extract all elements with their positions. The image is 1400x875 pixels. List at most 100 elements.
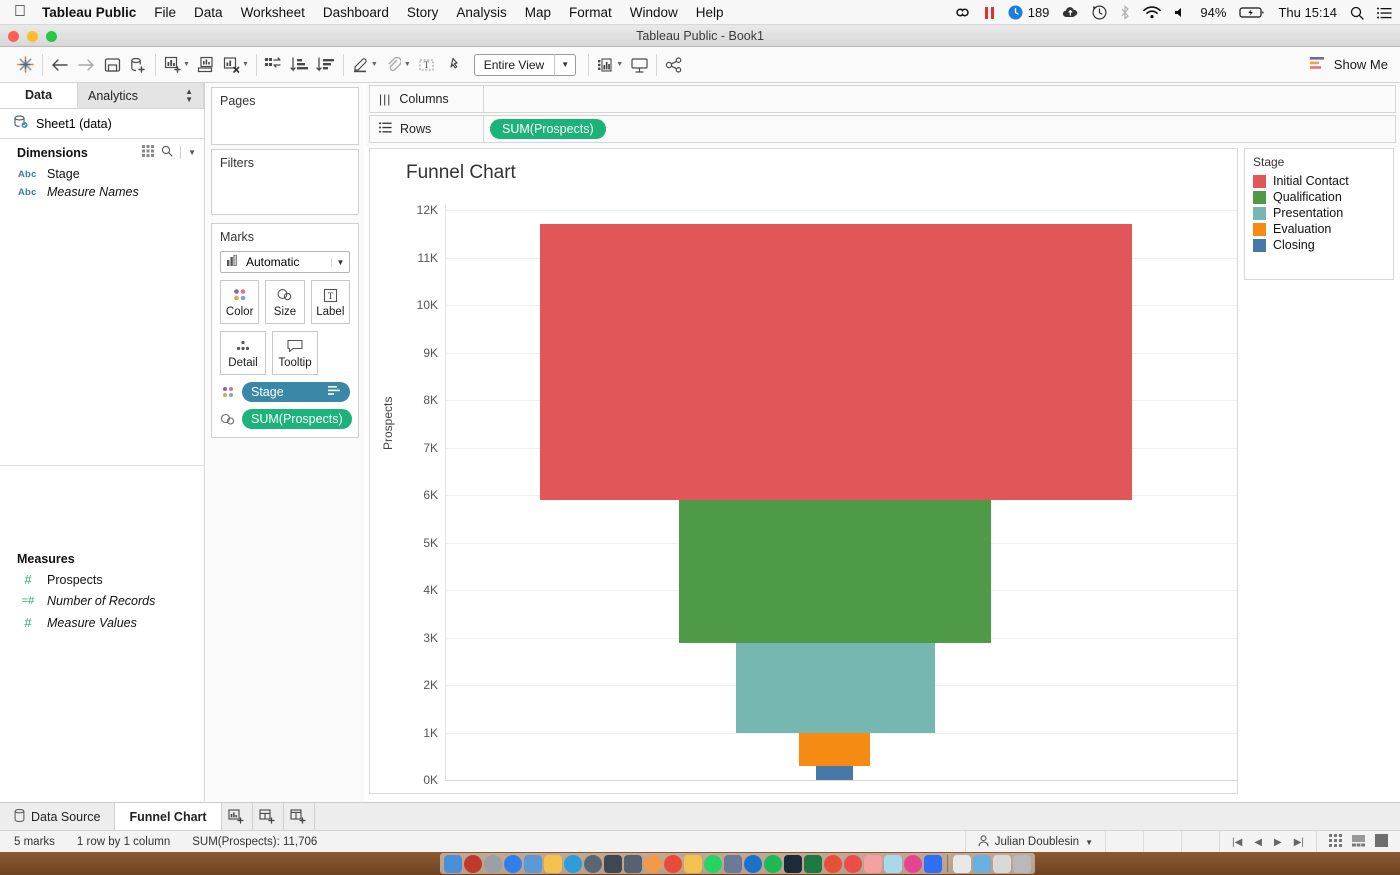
chevron-down-icon[interactable]: ▼ <box>188 148 196 157</box>
dock-app-icon[interactable] <box>764 854 782 873</box>
dock-app-icon[interactable] <box>924 854 942 873</box>
dock-app-icon[interactable] <box>644 854 662 873</box>
marks-tooltip-button[interactable]: Tooltip <box>272 331 318 375</box>
menubar-item-format[interactable]: Format <box>569 5 612 20</box>
measure-field-prospects[interactable]: # Prospects <box>0 570 205 589</box>
rows-shelf-dropzone[interactable]: SUM(Prospects) <box>484 115 1396 143</box>
tableau-logo-icon[interactable] <box>12 52 38 78</box>
dock-app-icon[interactable] <box>884 854 902 873</box>
battery-charging-icon[interactable] <box>1239 6 1265 19</box>
tab-analytics[interactable]: Analytics ▲ ▼ <box>78 83 204 108</box>
highlight-dropdown-caret-icon[interactable]: ▼ <box>371 61 378 68</box>
show-me-button[interactable]: Show Me <box>1309 56 1388 73</box>
bar-closing[interactable] <box>816 766 853 780</box>
dock-app-icon[interactable] <box>724 854 742 873</box>
marks-pill-stage[interactable]: Stage <box>220 382 350 402</box>
wifi-icon[interactable] <box>1143 6 1162 19</box>
chevron-down-icon[interactable]: ▼ <box>331 257 349 267</box>
measure-field-measure-values[interactable]: # Measure Values <box>0 610 205 632</box>
single-view-icon[interactable] <box>1375 834 1388 850</box>
marks-pill-sum-prospects[interactable]: SUM(Prospects) <box>220 409 352 429</box>
columns-shelf-dropzone[interactable] <box>484 85 1396 113</box>
dock-app-icon[interactable] <box>564 854 582 873</box>
dock-app-icon[interactable] <box>844 854 862 873</box>
marks-size-button[interactable]: Size <box>265 280 305 324</box>
pages-card[interactable]: Pages <box>211 87 359 145</box>
search-icon[interactable] <box>161 145 173 160</box>
menubar-item-dashboard[interactable]: Dashboard <box>323 5 389 20</box>
dock-app-icon[interactable] <box>664 854 682 873</box>
filmstrip-view-icon[interactable] <box>1352 834 1365 850</box>
menubar-clock[interactable]: Thu 15:14 <box>1278 5 1337 20</box>
bluetooth-icon[interactable] <box>1120 5 1130 20</box>
sort-descending-icon[interactable] <box>313 52 339 78</box>
presentation-mode-icon[interactable] <box>626 52 652 78</box>
next-page-icon[interactable]: ▶ <box>1274 837 1282 848</box>
legend-item-evaluation[interactable]: Evaluation <box>1245 221 1393 237</box>
dock-app-icon[interactable] <box>824 854 842 873</box>
prev-page-icon[interactable]: ◀ <box>1254 837 1262 848</box>
grid-view-icon[interactable] <box>1329 834 1342 850</box>
duplicate-sheet-icon[interactable] <box>193 52 219 78</box>
menubar-item-story[interactable]: Story <box>407 5 439 20</box>
menubar-item-map[interactable]: Map <box>525 5 551 20</box>
close-window-button[interactable] <box>8 31 19 42</box>
maximize-window-button[interactable] <box>46 31 57 42</box>
new-worksheet-button[interactable] <box>222 803 253 830</box>
bar-evaluation[interactable] <box>799 733 870 766</box>
dock-app-icon[interactable] <box>464 854 482 873</box>
badges-dropdown-caret-icon[interactable]: ▼ <box>616 61 623 68</box>
pill-stage[interactable]: Stage <box>242 382 350 402</box>
dock-app-icon[interactable] <box>684 854 702 873</box>
dock-app-icon[interactable] <box>784 854 802 873</box>
bar-initial-contact[interactable] <box>540 224 1132 500</box>
menubar-item-analysis[interactable]: Analysis <box>456 5 506 20</box>
filters-card[interactable]: Filters <box>211 149 359 215</box>
dock-app-icon[interactable] <box>504 854 522 873</box>
data-source-item[interactable]: Sheet1 (data) <box>0 109 204 138</box>
new-story-button[interactable] <box>284 803 315 830</box>
menubar-app-name[interactable]: Tableau Public <box>42 5 136 20</box>
menubar-item-file[interactable]: File <box>154 5 176 20</box>
dimension-field-measure-names[interactable]: Abc Measure Names <box>0 183 204 201</box>
new-data-source-icon[interactable] <box>125 52 151 78</box>
clear-sheet-dropdown-caret-icon[interactable]: ▼ <box>242 61 249 68</box>
dock-downloads-icon[interactable] <box>993 854 1011 873</box>
dock-app-icon[interactable] <box>544 854 562 873</box>
fit-dropdown[interactable]: Entire View ▼ <box>473 53 577 76</box>
notification-center-icon[interactable] <box>1377 7 1392 19</box>
bar-qualification[interactable] <box>679 500 991 643</box>
dock-folder-icon[interactable] <box>973 854 991 873</box>
tab-data-source[interactable]: Data Source <box>0 803 116 830</box>
share-icon[interactable] <box>661 52 687 78</box>
dock-app-icon[interactable] <box>904 854 922 873</box>
dock-app-icon[interactable] <box>484 854 502 873</box>
time-machine-icon[interactable] <box>1092 5 1107 20</box>
dock-app-icon[interactable] <box>444 854 462 873</box>
apple-logo-icon[interactable]:  <box>14 4 26 20</box>
dock-app-icon[interactable] <box>864 854 882 873</box>
new-dashboard-button[interactable] <box>253 803 284 830</box>
dock-app-icon[interactable] <box>744 854 762 873</box>
dimension-field-stage[interactable]: Abc Stage <box>0 165 204 183</box>
menubar-item-window[interactable]: Window <box>630 5 678 20</box>
marks-color-button[interactable]: Color <box>220 280 260 324</box>
swap-rows-columns-icon[interactable] <box>261 52 287 78</box>
chart-plot-area[interactable]: Prospects 12K 11K 10K 9K 8K 7K 6K 5K 4K <box>370 203 1239 795</box>
group-dropdown-caret-icon[interactable]: ▼ <box>404 61 411 68</box>
new-worksheet-dropdown-caret-icon[interactable]: ▼ <box>183 61 190 68</box>
chevron-down-icon[interactable]: ▼ <box>555 60 575 69</box>
legend-item-initial-contact[interactable]: Initial Contact <box>1245 173 1393 189</box>
creative-cloud-icon[interactable] <box>954 6 971 19</box>
user-account-menu[interactable]: Julian Doublesin ▼ <box>964 831 1105 853</box>
tab-data[interactable]: Data <box>0 83 78 108</box>
dock-app-icon[interactable] <box>584 854 602 873</box>
dock-document-icon[interactable] <box>953 854 971 873</box>
sort-icon[interactable] <box>328 385 341 399</box>
first-page-icon[interactable]: |◀ <box>1232 837 1242 848</box>
dock-app-icon[interactable] <box>804 854 822 873</box>
bar-presentation[interactable] <box>736 643 935 733</box>
mark-type-dropdown[interactable]: Automatic ▼ <box>220 251 350 273</box>
menubar-item-worksheet[interactable]: Worksheet <box>241 5 305 20</box>
volume-icon[interactable] <box>1174 6 1187 19</box>
